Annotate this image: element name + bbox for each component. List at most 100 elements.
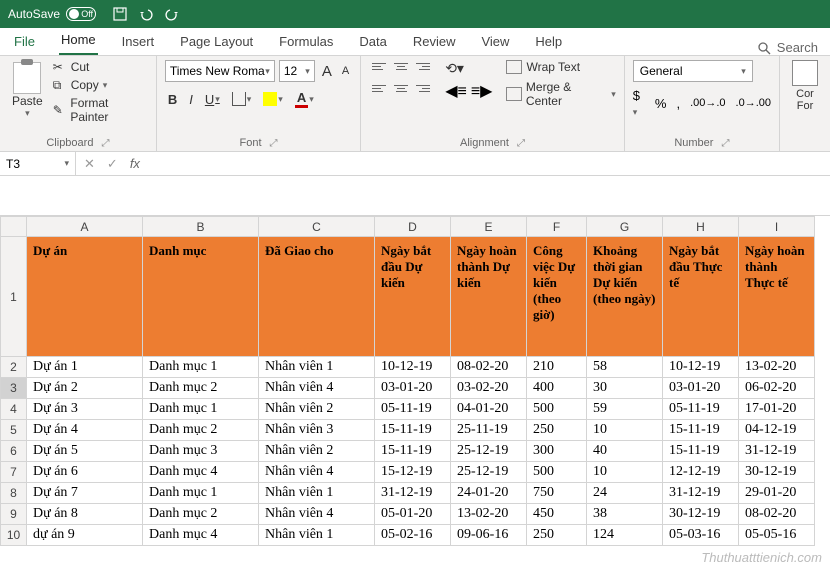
data-cell[interactable]: Nhân viên 4 xyxy=(259,462,375,483)
data-cell[interactable]: 15-11-19 xyxy=(663,420,739,441)
row-header[interactable]: 1 xyxy=(1,237,27,357)
align-top-center-button[interactable] xyxy=(391,60,411,80)
redo-icon[interactable] xyxy=(164,6,180,22)
increase-decimal-button[interactable]: .00→.0 xyxy=(690,97,725,109)
tab-review[interactable]: Review xyxy=(411,28,458,55)
data-cell[interactable]: 31-12-19 xyxy=(663,483,739,504)
bold-button[interactable]: B xyxy=(165,90,180,109)
header-cell[interactable]: Đã Giao cho xyxy=(259,237,375,357)
shrink-font-button[interactable]: A xyxy=(339,65,352,77)
data-cell[interactable]: Nhân viên 4 xyxy=(259,378,375,399)
font-name-select[interactable]: Times New Roma▾ xyxy=(165,60,275,82)
column-header[interactable]: D xyxy=(375,217,451,237)
data-cell[interactable]: 05-05-16 xyxy=(739,525,815,546)
data-cell[interactable]: 10 xyxy=(587,462,663,483)
data-cell[interactable]: Dự án 2 xyxy=(27,378,143,399)
column-header[interactable]: I xyxy=(739,217,815,237)
data-cell[interactable]: Dự án 3 xyxy=(27,399,143,420)
tab-help[interactable]: Help xyxy=(533,28,564,55)
align-top-right-button[interactable] xyxy=(413,60,433,80)
align-center-button[interactable] xyxy=(391,82,411,102)
data-cell[interactable]: 500 xyxy=(527,399,587,420)
column-header[interactable]: A xyxy=(27,217,143,237)
tab-home[interactable]: Home xyxy=(59,26,98,55)
column-header[interactable]: G xyxy=(587,217,663,237)
data-cell[interactable]: 15-12-19 xyxy=(375,462,451,483)
border-button[interactable]: ▾ xyxy=(229,90,255,108)
row-header[interactable]: 8 xyxy=(1,483,27,504)
cut-button[interactable]: ✂Cut xyxy=(53,60,148,74)
dialog-launcher-icon[interactable]: ⤢ xyxy=(517,138,525,149)
data-cell[interactable]: 03-01-20 xyxy=(663,378,739,399)
decrease-indent-button[interactable]: ◀≡ xyxy=(445,81,467,101)
cancel-icon[interactable]: ✕ xyxy=(84,156,95,172)
copy-button[interactable]: ⧉Copy▾ xyxy=(53,78,148,92)
header-cell[interactable]: Ngày hoàn thành Dự kiến xyxy=(451,237,527,357)
accounting-format-button[interactable]: $ ▾ xyxy=(633,88,645,118)
data-cell[interactable]: 31-12-19 xyxy=(375,483,451,504)
row-header[interactable]: 10 xyxy=(1,525,27,546)
dialog-launcher-icon[interactable]: ⤢ xyxy=(101,138,109,149)
data-cell[interactable]: 09-06-16 xyxy=(451,525,527,546)
data-cell[interactable]: Danh mục 1 xyxy=(143,357,259,378)
data-cell[interactable]: 500 xyxy=(527,462,587,483)
header-cell[interactable]: Ngày hoàn thành Thực tế xyxy=(739,237,815,357)
save-icon[interactable] xyxy=(112,6,128,22)
data-cell[interactable]: 05-02-16 xyxy=(375,525,451,546)
data-cell[interactable]: Dự án 5 xyxy=(27,441,143,462)
header-cell[interactable]: Công việc Dự kiến (theo giờ) xyxy=(527,237,587,357)
data-cell[interactable]: Danh mục 2 xyxy=(143,504,259,525)
data-cell[interactable]: Dự án 4 xyxy=(27,420,143,441)
data-cell[interactable]: 10-12-19 xyxy=(375,357,451,378)
underline-button[interactable]: U▾ xyxy=(202,90,223,109)
data-cell[interactable]: 15-11-19 xyxy=(375,441,451,462)
italic-button[interactable]: I xyxy=(186,90,196,109)
data-cell[interactable]: 38 xyxy=(587,504,663,525)
data-cell[interactable]: 05-11-19 xyxy=(663,399,739,420)
data-cell[interactable]: 300 xyxy=(527,441,587,462)
data-cell[interactable]: 12-12-19 xyxy=(663,462,739,483)
data-cell[interactable]: 24 xyxy=(587,483,663,504)
data-cell[interactable]: 25-12-19 xyxy=(451,441,527,462)
name-box[interactable]: T3▾ xyxy=(0,152,76,175)
data-cell[interactable]: Nhân viên 4 xyxy=(259,504,375,525)
header-cell[interactable]: Ngày bắt đầu Thực tế xyxy=(663,237,739,357)
data-cell[interactable]: 250 xyxy=(527,420,587,441)
tab-insert[interactable]: Insert xyxy=(120,28,157,55)
merge-center-button[interactable]: Merge & Center▾ xyxy=(506,80,615,108)
data-cell[interactable]: Nhân viên 1 xyxy=(259,483,375,504)
tab-formulas[interactable]: Formulas xyxy=(277,28,335,55)
column-header[interactable]: B xyxy=(143,217,259,237)
row-header[interactable]: 6 xyxy=(1,441,27,462)
data-cell[interactable]: Danh mục 4 xyxy=(143,462,259,483)
data-cell[interactable]: Danh mục 1 xyxy=(143,483,259,504)
data-cell[interactable]: Dự án 1 xyxy=(27,357,143,378)
data-cell[interactable]: 25-12-19 xyxy=(451,462,527,483)
data-cell[interactable]: 17-01-20 xyxy=(739,399,815,420)
data-cell[interactable]: Nhân viên 2 xyxy=(259,399,375,420)
data-cell[interactable]: 05-03-16 xyxy=(663,525,739,546)
row-header[interactable]: 9 xyxy=(1,504,27,525)
row-header[interactable]: 3 xyxy=(1,378,27,399)
data-cell[interactable]: Nhân viên 1 xyxy=(259,357,375,378)
enter-icon[interactable]: ✓ xyxy=(107,156,118,172)
data-cell[interactable]: Danh mục 2 xyxy=(143,420,259,441)
data-cell[interactable]: 30 xyxy=(587,378,663,399)
row-header[interactable]: 2 xyxy=(1,357,27,378)
data-cell[interactable]: 06-02-20 xyxy=(739,378,815,399)
data-cell[interactable]: 04-01-20 xyxy=(451,399,527,420)
data-cell[interactable]: dự án 9 xyxy=(27,525,143,546)
spreadsheet-grid[interactable]: ABCDEFGHI1Dự ánDanh mụcĐã Giao choNgày b… xyxy=(0,216,830,546)
orientation-button[interactable]: ⟲▾ xyxy=(445,60,492,77)
data-cell[interactable]: Dự án 8 xyxy=(27,504,143,525)
align-top-left-button[interactable] xyxy=(369,60,389,80)
format-painter-button[interactable]: ✎Format Painter xyxy=(53,96,148,124)
data-cell[interactable]: 13-02-20 xyxy=(739,357,815,378)
toggle-switch[interactable]: Off xyxy=(66,7,96,21)
data-cell[interactable]: 31-12-19 xyxy=(739,441,815,462)
dialog-launcher-icon[interactable]: ⤢ xyxy=(721,138,729,149)
column-header[interactable]: F xyxy=(527,217,587,237)
tab-data[interactable]: Data xyxy=(357,28,388,55)
data-cell[interactable]: 03-01-20 xyxy=(375,378,451,399)
dialog-launcher-icon[interactable]: ⤢ xyxy=(270,138,278,149)
